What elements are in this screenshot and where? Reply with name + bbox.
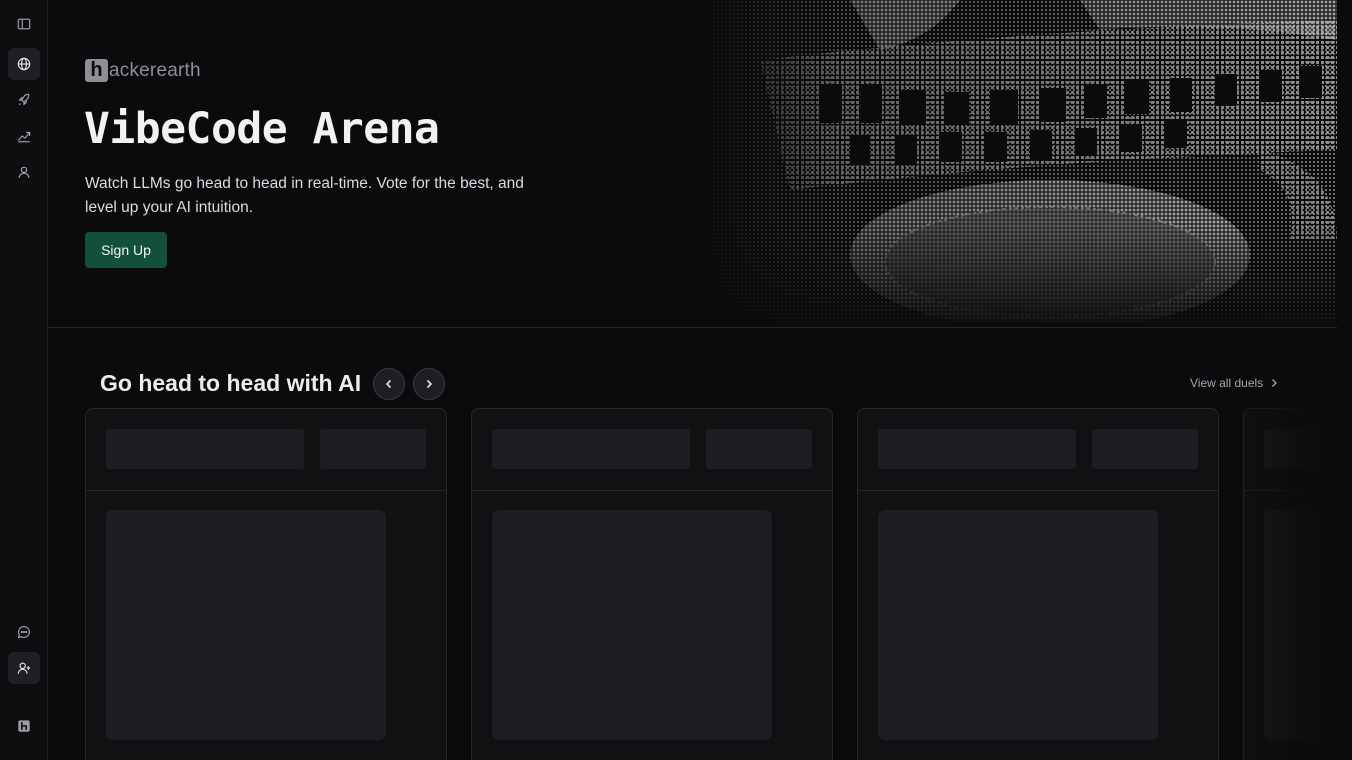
logo-text: ackerearth — [109, 59, 201, 81]
trending-chart-icon[interactable] — [8, 120, 40, 152]
chevron-right-icon — [426, 379, 433, 389]
skeleton-block — [1264, 429, 1352, 469]
skeleton-preview — [492, 510, 772, 740]
globe-icon[interactable] — [8, 48, 40, 80]
view-all-label: View all duels — [1190, 376, 1264, 390]
skeleton-block — [1092, 429, 1198, 469]
sign-up-button[interactable]: Sign Up — [85, 232, 167, 268]
colosseum-halftone-image — [700, 0, 1337, 322]
view-all-duels-link[interactable]: View all duels — [1190, 376, 1279, 390]
rocket-icon[interactable] — [8, 84, 40, 116]
skeleton-block — [320, 429, 426, 469]
section-title: Go head to head with AI — [100, 370, 362, 396]
hero-description: Watch LLMs go head to head in real-time.… — [85, 175, 524, 216]
page-title: VibeCode Arena — [84, 104, 440, 154]
carousel-prev-button[interactable] — [373, 368, 405, 400]
skeleton-block — [492, 429, 690, 469]
hackerearth-logo[interactable]: h ackerearth — [85, 59, 201, 82]
chat-bubble-icon[interactable] — [8, 616, 40, 648]
chevron-left-icon — [385, 379, 392, 389]
carousel-next-button[interactable] — [413, 368, 445, 400]
skeleton-block — [706, 429, 812, 469]
duel-card-skeleton[interactable] — [857, 408, 1219, 760]
skeleton-preview — [106, 510, 386, 740]
duel-card-skeleton[interactable] — [1243, 408, 1352, 760]
chevron-right-icon — [1272, 379, 1278, 387]
add-user-icon[interactable] — [8, 652, 40, 684]
duel-card-skeleton[interactable] — [471, 408, 833, 760]
hero-banner: h ackerearth VibeCode Arena Watch LLMs g… — [48, 0, 1337, 328]
skeleton-preview — [1264, 510, 1352, 740]
user-icon[interactable] — [8, 156, 40, 188]
logo-mark: h — [85, 59, 108, 82]
sidebar — [0, 0, 48, 760]
skeleton-block — [106, 429, 304, 469]
app-root: h ackerearth VibeCode Arena Watch LLMs g… — [0, 0, 1352, 760]
sidebar-toggle-icon[interactable] — [8, 8, 40, 40]
skeleton-preview — [878, 510, 1158, 740]
hackerearth-logo-icon[interactable] — [8, 710, 40, 742]
duel-card-skeleton[interactable] — [85, 408, 447, 760]
skeleton-block — [878, 429, 1076, 469]
